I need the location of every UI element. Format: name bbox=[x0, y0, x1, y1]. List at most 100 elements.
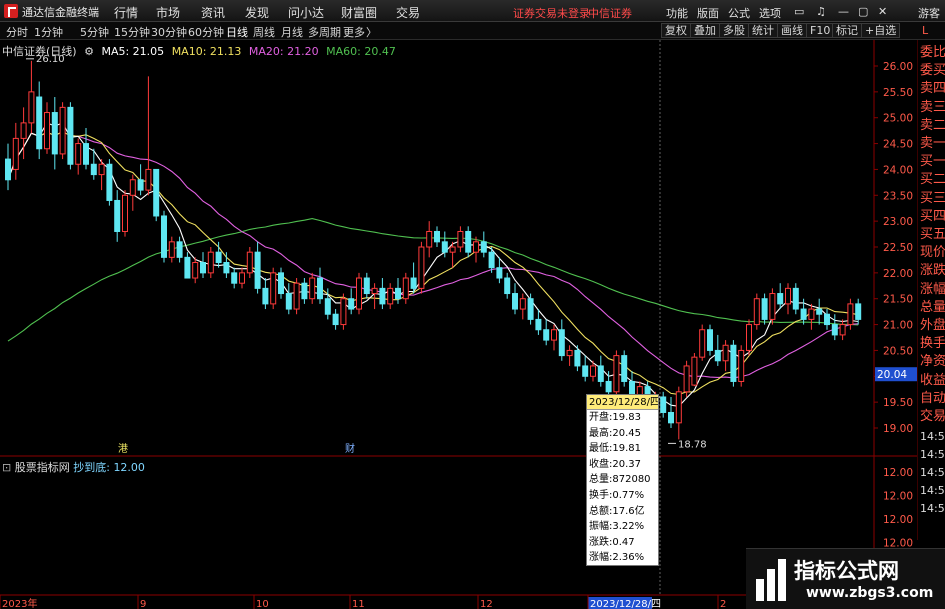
menu-item-formula[interactable]: 公式 bbox=[728, 5, 750, 21]
candle-down[interactable] bbox=[363, 277, 370, 295]
candle-down[interactable] bbox=[761, 298, 768, 320]
candle-down[interactable] bbox=[496, 267, 503, 279]
kline-chart[interactable]: 26.00 25.50 25.00 24.50 24.00 23.50 23.00 22.50… bbox=[0, 40, 945, 609]
candle-up[interactable] bbox=[551, 329, 557, 341]
candle-up[interactable] bbox=[839, 324, 846, 336]
candle-down[interactable] bbox=[332, 313, 339, 326]
sidebar-item[interactable]: 委比 bbox=[920, 44, 945, 61]
sidebar-item[interactable]: 涨跌 bbox=[920, 262, 945, 279]
sidebar-item[interactable]: 买三 bbox=[920, 190, 945, 207]
candle-up[interactable] bbox=[613, 355, 620, 393]
candle-up[interactable] bbox=[293, 282, 300, 310]
period-tab-more[interactable]: 更多 bbox=[343, 24, 365, 40]
candle-down[interactable] bbox=[488, 251, 495, 269]
event-marker[interactable]: 港 bbox=[118, 443, 128, 455]
candle-down[interactable] bbox=[161, 215, 167, 258]
candle-up[interactable] bbox=[239, 272, 245, 284]
sidebar-item[interactable]: 涨幅 bbox=[920, 281, 945, 298]
candle-up[interactable] bbox=[808, 308, 815, 320]
multi-stock-button[interactable]: 多股 bbox=[719, 23, 749, 38]
candle-down[interactable] bbox=[855, 303, 862, 320]
sidebar-item[interactable]: 换手 bbox=[920, 335, 945, 352]
menu-item-function[interactable]: 功能 bbox=[666, 5, 688, 21]
candle-up[interactable] bbox=[122, 194, 128, 232]
candle-up[interactable] bbox=[699, 329, 706, 358]
period-tab-5min[interactable]: 5分钟 bbox=[80, 24, 109, 40]
candle-up[interactable] bbox=[207, 251, 214, 274]
period-tab-15min[interactable]: 15分钟 bbox=[114, 24, 150, 40]
candle-down[interactable] bbox=[621, 355, 628, 382]
candle-down[interactable] bbox=[262, 287, 269, 305]
candle-down[interactable] bbox=[254, 251, 261, 289]
candle-up[interactable] bbox=[371, 287, 378, 295]
candle-up[interactable] bbox=[270, 272, 277, 305]
minimize-icon[interactable]: ▭ bbox=[794, 5, 804, 18]
sidebar-item[interactable]: 买四 bbox=[920, 208, 945, 225]
adjust-button[interactable]: 复权 bbox=[661, 23, 691, 38]
indicator-collapse-icon[interactable]: ⊡ bbox=[2, 461, 11, 474]
candle-down[interactable] bbox=[67, 106, 74, 165]
candle-up[interactable] bbox=[746, 324, 752, 351]
candle-down[interactable] bbox=[792, 287, 799, 310]
candle-up[interactable] bbox=[457, 230, 464, 248]
sidebar-item[interactable]: 现价 bbox=[920, 244, 945, 261]
candle-up[interactable] bbox=[12, 137, 19, 170]
candle-down[interactable] bbox=[831, 324, 838, 336]
candle-down[interactable] bbox=[410, 277, 417, 289]
sidebar-item[interactable]: 买二 bbox=[920, 171, 945, 188]
period-tab-intraday[interactable]: 分时 bbox=[6, 24, 28, 40]
candle-down[interactable] bbox=[137, 179, 144, 191]
candle-down[interactable] bbox=[324, 298, 331, 315]
candle-down[interactable] bbox=[800, 308, 807, 320]
candle-down[interactable] bbox=[597, 365, 604, 382]
candle-down[interactable] bbox=[434, 230, 440, 243]
candle-down[interactable] bbox=[106, 163, 113, 201]
close-window-icon[interactable]: ✕ bbox=[878, 5, 887, 18]
candle-up[interactable] bbox=[246, 251, 253, 274]
candle-down[interactable] bbox=[301, 282, 308, 300]
draw-line-button[interactable]: 画线 bbox=[777, 23, 807, 38]
candle-down[interactable] bbox=[777, 293, 784, 305]
sidebar-badge[interactable]: L bbox=[922, 24, 928, 37]
candle-down[interactable] bbox=[114, 199, 121, 232]
sidebar-item[interactable]: 买五 bbox=[920, 226, 945, 243]
candle-up[interactable] bbox=[98, 163, 105, 176]
candle-down[interactable] bbox=[574, 349, 581, 367]
period-tab-weekly[interactable]: 周线 bbox=[253, 24, 275, 40]
menu-item-discover[interactable]: 发现 bbox=[245, 4, 269, 21]
candle-up[interactable] bbox=[785, 287, 791, 305]
candle-up[interactable] bbox=[28, 91, 35, 124]
sidebar-item[interactable]: 买一 bbox=[920, 153, 945, 170]
candle-down[interactable] bbox=[558, 329, 565, 357]
broker-name[interactable]: 中信证券 bbox=[588, 5, 632, 21]
candle-up[interactable] bbox=[75, 143, 82, 165]
candle-down[interactable] bbox=[184, 256, 191, 279]
candle-down[interactable] bbox=[395, 287, 401, 300]
candle-down[interactable] bbox=[714, 349, 721, 362]
candle-up[interactable] bbox=[691, 356, 698, 386]
restore-window-icon[interactable]: ▢ bbox=[858, 5, 868, 18]
candle-down[interactable] bbox=[153, 168, 160, 217]
candle-up[interactable] bbox=[44, 112, 50, 150]
menu-item-ask[interactable]: 问小达 bbox=[288, 4, 324, 21]
candle-up[interactable] bbox=[129, 179, 136, 196]
candle-down[interactable] bbox=[668, 411, 674, 424]
legend-settings-icon[interactable]: ⚙ bbox=[84, 45, 94, 58]
candle-down[interactable] bbox=[512, 293, 518, 310]
candle-up[interactable] bbox=[309, 277, 316, 300]
candle-down[interactable] bbox=[730, 344, 737, 382]
candle-down[interactable] bbox=[480, 241, 487, 253]
stats-button[interactable]: 统计 bbox=[748, 23, 778, 38]
candle-down[interactable] bbox=[504, 277, 511, 295]
candle-down[interactable] bbox=[36, 96, 43, 150]
sidebar-item[interactable]: 卖二 bbox=[920, 117, 945, 134]
candle-down[interactable] bbox=[824, 313, 830, 326]
candle-down[interactable] bbox=[90, 163, 97, 176]
add-watchlist-button[interactable]: +自选 bbox=[861, 23, 901, 38]
sidebar-item[interactable]: 外盘 bbox=[920, 317, 945, 334]
overlay-button[interactable]: 叠加 bbox=[690, 23, 720, 38]
period-tab-monthly[interactable]: 月线 bbox=[281, 24, 303, 40]
stock-name[interactable]: 中信证券(日线) bbox=[2, 45, 77, 58]
candle-down[interactable] bbox=[535, 318, 542, 331]
candle-up[interactable] bbox=[769, 293, 776, 320]
